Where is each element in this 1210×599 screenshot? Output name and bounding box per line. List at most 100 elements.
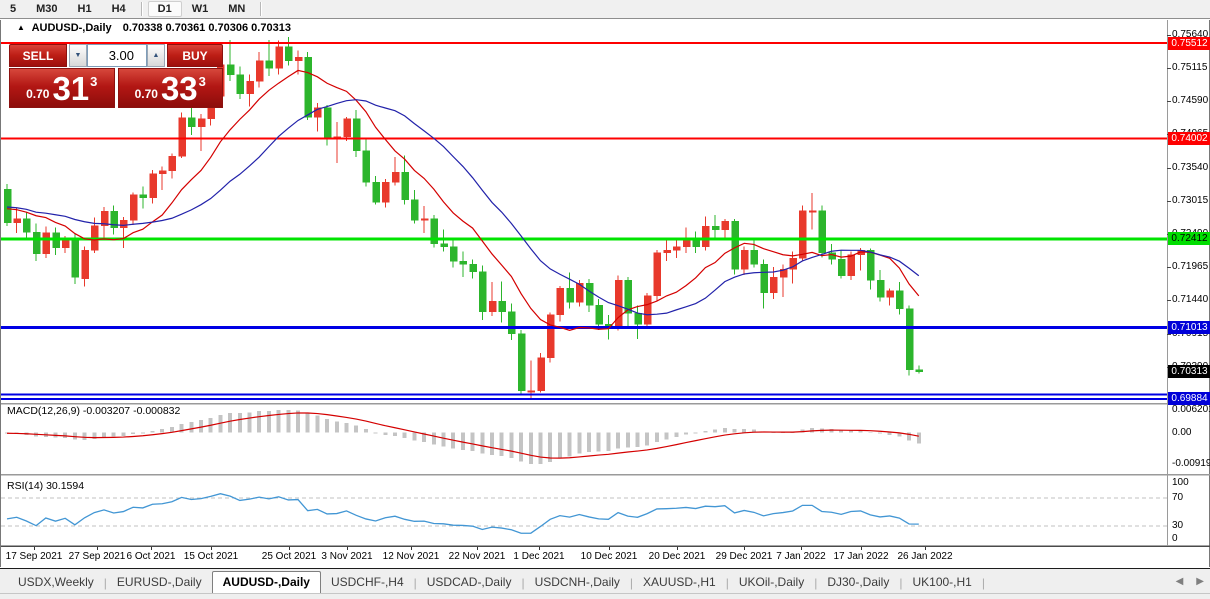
buy-price-button[interactable]: 0.70 33 3 [118, 68, 224, 108]
chart-tab-ukoil-[interactable]: UKOil-,Daily [729, 572, 814, 593]
macd-axis-label: 0.006201 [1172, 404, 1210, 415]
rsi-indicator-label: RSI(14) 30.1594 [7, 480, 84, 492]
macd-axis-label: -0.009197 [1172, 458, 1210, 469]
tab-separator: | [982, 576, 985, 593]
price-tick-mark [1167, 300, 1171, 301]
tabs-scroll-left-icon[interactable]: ◀ [1176, 576, 1184, 587]
chart-tab-usdcnh-[interactable]: USDCNH-,Daily [525, 572, 630, 593]
tabs-scroll-right-icon[interactable]: ▶ [1196, 576, 1204, 587]
price-tick-label: 0.74590 [1172, 95, 1208, 106]
triangle-up-icon: ▲ [153, 52, 160, 59]
time-tick-mark [411, 547, 412, 550]
rsi-axis-label: 70 [1172, 492, 1183, 503]
time-tick-mark [34, 547, 35, 550]
time-axis-label: 7 Jan 2022 [776, 551, 826, 562]
price-tick-label: 0.75115 [1172, 62, 1207, 73]
timeframe-button-mn[interactable]: MN [218, 1, 255, 17]
price-tick-label: 0.71440 [1172, 294, 1208, 305]
buy-price-pip-digit: 3 [199, 74, 206, 89]
timeframe-toolbar: 5M30H1H4 D1W1MN [0, 0, 1210, 19]
time-tick-mark [347, 547, 348, 550]
timeframe-button-5[interactable]: 5 [0, 1, 26, 17]
sell-price-pip-digit: 3 [90, 74, 97, 89]
moving-average-lines [7, 70, 919, 330]
timeframe-button-m30[interactable]: M30 [26, 1, 67, 17]
time-axis-label: 6 Oct 2021 [127, 551, 176, 562]
toolbar-separator [141, 2, 143, 16]
chart-tab-xauusd-[interactable]: XAUUSD-,H1 [633, 572, 726, 593]
price-tick-mark [1167, 267, 1171, 268]
price-level-badge: 0.71013 [1168, 321, 1210, 334]
time-tick-mark [289, 547, 290, 550]
trading-app: 5M30H1H4D1W1MN ▲ AUDUSD-,Daily 0.70338 0… [0, 0, 1210, 599]
price-level-badge: 0.69884 [1168, 392, 1210, 405]
rsi-axis-label: 0 [1172, 533, 1178, 544]
time-tick-mark [211, 547, 212, 550]
time-axis-label: 29 Dec 2021 [716, 551, 773, 562]
chart-window: ▲ AUDUSD-,Daily 0.70338 0.70361 0.70306 … [0, 20, 1210, 567]
triangle-down-icon: ▼ [75, 52, 82, 59]
price-tick-label: 0.73540 [1172, 162, 1208, 173]
chart-tab-dj30-[interactable]: DJ30-,Daily [817, 572, 899, 593]
time-axis-label: 17 Jan 2022 [833, 551, 888, 562]
macd-axis-label: 0.00 [1172, 427, 1191, 438]
price-tick-label: 0.73015 [1172, 195, 1208, 206]
buy-price-big-digits: 33 [161, 74, 198, 104]
macd-indicator-label: MACD(12,26,9) -0.003207 -0.000832 [7, 405, 180, 417]
chart-tab-usdx[interactable]: USDX,Weekly [8, 572, 104, 593]
time-tick-mark [151, 547, 152, 550]
chart-tab-audusd-[interactable]: AUDUSD-,Daily [212, 571, 321, 594]
sell-price-button[interactable]: 0.70 31 3 [9, 68, 115, 108]
rsi-panel [1, 494, 1167, 534]
chart-tab-usdcad-[interactable]: USDCAD-,Daily [417, 572, 522, 593]
time-axis-label: 22 Nov 2021 [449, 551, 506, 562]
time-axis-label: 10 Dec 2021 [581, 551, 638, 562]
buy-button[interactable]: BUY [167, 44, 223, 67]
time-tick-mark [609, 547, 610, 550]
time-axis-label: 1 Dec 2021 [513, 551, 564, 562]
buy-price-prefix: 0.70 [135, 87, 158, 101]
lot-increase-button[interactable]: ▲ [147, 44, 165, 67]
chart-symbol-arrow-icon: ▲ [17, 23, 25, 32]
toolbar-separator [260, 2, 262, 16]
time-tick-mark [477, 547, 478, 550]
time-axis-label: 26 Jan 2022 [897, 551, 952, 562]
sell-price-prefix: 0.70 [26, 87, 49, 101]
time-tick-mark [801, 547, 802, 550]
time-axis-label: 17 Sep 2021 [6, 551, 63, 562]
price-level-badge: 0.72412 [1168, 232, 1210, 245]
rsi-axis-label: 100 [1172, 477, 1189, 488]
price-level-badge: 0.70313 [1168, 365, 1210, 378]
timeframe-button-d1[interactable]: D1 [148, 1, 182, 17]
lot-decrease-button[interactable]: ▼ [69, 44, 87, 67]
time-axis-label: 3 Nov 2021 [321, 551, 372, 562]
chart-tab-bar: USDX,Weekly|EURUSD-,DailyAUDUSD-,DailyUS… [0, 568, 1210, 599]
price-level-badge: 0.74002 [1168, 132, 1210, 145]
price-tick-mark [1167, 168, 1171, 169]
time-axis-label: 20 Dec 2021 [649, 551, 706, 562]
chart-tab-uk100-[interactable]: UK100-,H1 [902, 572, 981, 593]
time-tick-mark [861, 547, 862, 550]
sell-price-big-digits: 31 [52, 74, 89, 104]
tab-bar-divider [0, 593, 1210, 594]
time-tick-mark [677, 547, 678, 550]
time-tick-mark [97, 547, 98, 550]
timeframe-button-h4[interactable]: H4 [102, 1, 136, 17]
chart-symbol-label: AUDUSD-,Daily [32, 22, 112, 34]
time-axis-label: 27 Sep 2021 [69, 551, 126, 562]
timeframe-button-h1[interactable]: H1 [68, 1, 102, 17]
price-tick-mark [1167, 101, 1171, 102]
sell-button[interactable]: SELL [9, 44, 67, 67]
timeframe-button-w1[interactable]: W1 [182, 1, 219, 17]
one-click-trade-panel: SELL ▼ 3.00 ▲ BUY 0.70 31 3 0.70 33 [9, 44, 223, 108]
lot-size-input[interactable]: 3.00 [87, 44, 147, 67]
price-level-badge: 0.75512 [1168, 37, 1210, 50]
time-tick-mark [925, 547, 926, 550]
chart-tab-eurusd-[interactable]: EURUSD-,Daily [107, 572, 212, 593]
time-tick-mark [539, 547, 540, 550]
macd-histogram [5, 410, 921, 464]
chart-tab-usdchf-[interactable]: USDCHF-,H4 [321, 572, 414, 593]
rsi-line [7, 494, 919, 534]
price-tick-label: 0.71965 [1172, 261, 1208, 272]
price-tick-mark [1167, 201, 1171, 202]
